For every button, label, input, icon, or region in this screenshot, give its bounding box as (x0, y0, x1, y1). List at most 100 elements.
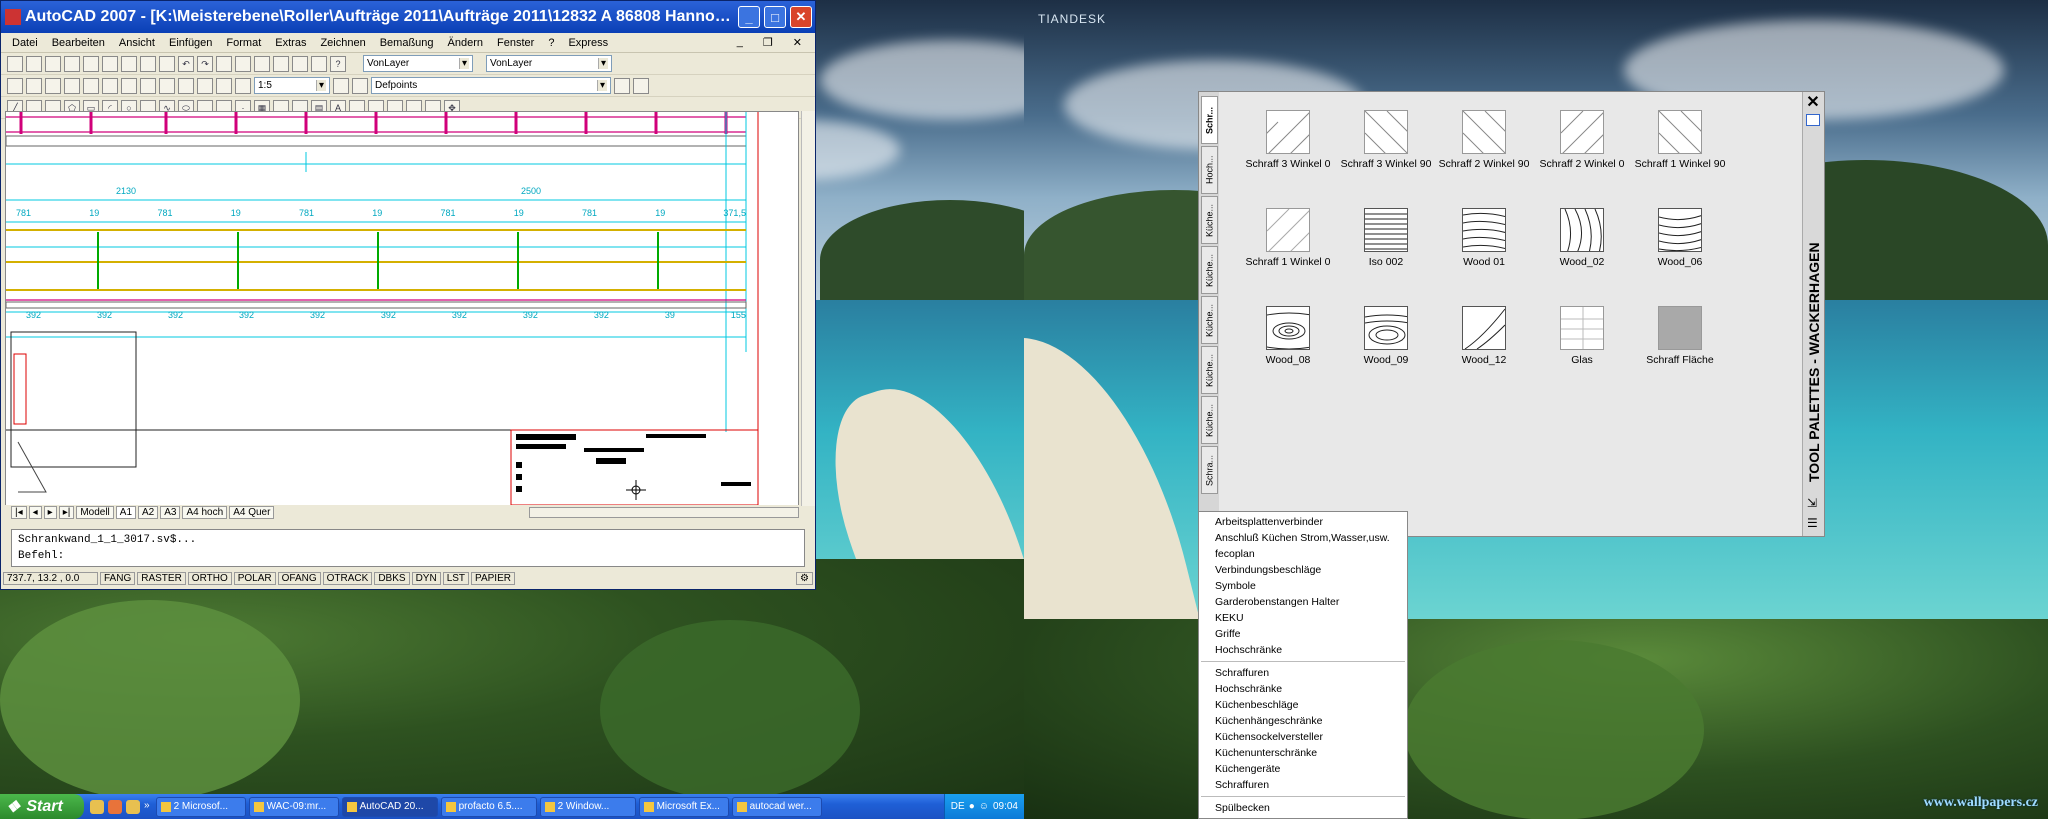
menu-fenster[interactable]: Fenster (490, 37, 541, 49)
dim-edit-icon[interactable] (235, 77, 251, 94)
menu-bearbeiten[interactable]: Bearbeiten (45, 37, 112, 49)
aligned-dim-icon[interactable] (26, 77, 42, 94)
tool-schraff-2-winkel-0[interactable]: Schraff 2 Winkel 0 (1533, 110, 1631, 170)
tray-icon[interactable]: ☺ (979, 801, 989, 812)
palette-tab-kueche-2[interactable]: Küche... (1201, 246, 1218, 294)
quicklaunch-firefox-icon[interactable] (108, 799, 122, 814)
new-file-icon[interactable] (7, 55, 23, 72)
copy-icon[interactable] (121, 55, 137, 72)
menu-item[interactable]: fecoplan (1199, 546, 1407, 562)
palette-tab-kueche-3[interactable]: Küche... (1201, 296, 1218, 344)
doc-minimize-icon[interactable]: _ (730, 36, 750, 49)
menu-item[interactable]: Küchenhängeschränke (1199, 713, 1407, 729)
menu-ansicht[interactable]: Ansicht (112, 37, 162, 49)
angular-icon[interactable] (121, 77, 137, 94)
tab-a1[interactable]: A1 (115, 506, 137, 519)
palette-menu-icon[interactable]: ☰ (1807, 516, 1818, 530)
layer-combo[interactable]: Defpoints ▾ (371, 77, 611, 94)
menu-item[interactable]: Hochschränke (1199, 681, 1407, 697)
palette-autohide-icon[interactable]: ⇲ (1807, 496, 1817, 510)
clock[interactable]: 09:04 (993, 801, 1018, 812)
autocad-title-bar[interactable]: AutoCAD 2007 - [K:\Meisterebene\Roller\A… (1, 1, 815, 33)
menu-item[interactable]: Spülbecken (1199, 800, 1407, 816)
quicklaunch-desktop-icon[interactable] (90, 799, 104, 814)
tool-schraff-2-winkel-90[interactable]: Schraff 2 Winkel 90 (1435, 110, 1533, 170)
task-autocad[interactable]: AutoCAD 20... (341, 796, 438, 817)
tab-a2[interactable]: A2 (138, 506, 159, 519)
palette-properties-icon[interactable] (1806, 114, 1820, 126)
make-current-icon[interactable] (614, 77, 630, 94)
zoom-window-icon[interactable] (254, 55, 270, 72)
menu-express[interactable]: Express (561, 37, 615, 49)
task-browser[interactable]: autocad wer... (731, 796, 822, 817)
tool-wood-02[interactable]: Wood_02 (1533, 208, 1631, 268)
center-mark-icon[interactable] (216, 77, 232, 94)
menu-item[interactable]: Küchengeräte (1199, 761, 1407, 777)
tray-icon[interactable]: ● (969, 801, 975, 812)
menu-item[interactable]: Symbole (1199, 578, 1407, 594)
tool-schraff-1-winkel-90[interactable]: Schraff 1 Winkel 90 (1631, 110, 1729, 170)
menu-item[interactable]: Garderobenstangen Halter (1199, 594, 1407, 610)
tool-wood-06[interactable]: Wood_06 (1631, 208, 1729, 268)
minimize-button[interactable]: _ (738, 6, 760, 28)
layer-manager-icon[interactable] (333, 77, 349, 94)
radius-icon[interactable] (83, 77, 99, 94)
paste-icon[interactable] (140, 55, 156, 72)
redo-icon[interactable]: ↷ (197, 55, 213, 72)
menu-item[interactable]: Arbeitsplattenverbinder (1199, 514, 1407, 530)
tool-schraff-3-winkel-90[interactable]: Schraff 3 Winkel 90 (1337, 110, 1435, 170)
palette-tab-schra[interactable]: Schra... (1201, 446, 1218, 494)
layer-previous-icon[interactable] (633, 77, 649, 94)
tool-palettes-icon[interactable] (311, 55, 327, 72)
tool-wood-01[interactable]: Wood 01 (1435, 208, 1533, 268)
menu-item[interactable]: Hochschränke (1199, 642, 1407, 658)
tab-a4-hoch[interactable]: A4 hoch (182, 506, 228, 519)
palette-title-strip[interactable]: ✕ TOOL PALETTES - WACKERHAGEN ⇲ ☰ (1802, 92, 1824, 536)
linear-dim-icon[interactable] (7, 77, 23, 94)
task-microsoft[interactable]: 2 Microsof... (155, 796, 246, 817)
menu-item[interactable]: Griffe (1199, 626, 1407, 642)
quicklaunch-more-icon[interactable]: » (144, 800, 150, 814)
preview-icon[interactable] (83, 55, 99, 72)
menu-item[interactable]: Verbindungsbeschläge (1199, 562, 1407, 578)
open-file-icon[interactable] (26, 55, 42, 72)
tool-wood-12[interactable]: Wood_12 (1435, 306, 1533, 366)
undo-icon[interactable]: ↶ (178, 55, 194, 72)
close-button[interactable]: ✕ (790, 6, 812, 28)
task-excel[interactable]: Microsoft Ex... (638, 796, 729, 817)
language-indicator[interactable]: DE (951, 801, 965, 812)
palette-close-icon[interactable]: ✕ (1804, 94, 1822, 112)
tab-a3[interactable]: A3 (160, 506, 181, 519)
toggle-polar[interactable]: POLAR (233, 572, 276, 585)
menu-einfuegen[interactable]: Einfügen (162, 37, 219, 49)
properties-icon[interactable] (273, 55, 289, 72)
pan-icon[interactable] (216, 55, 232, 72)
design-center-icon[interactable] (292, 55, 308, 72)
tool-wood-09[interactable]: Wood_09 (1337, 306, 1435, 366)
tab-nav-last[interactable]: ▸| (58, 506, 75, 519)
save-icon[interactable] (45, 55, 61, 72)
tab-nav-next[interactable]: ▸ (43, 506, 57, 519)
tool-schraff-1-winkel-0[interactable]: Schraff 1 Winkel 0 (1239, 208, 1337, 268)
command-line[interactable]: Schrankwand_1_1_3017.sv$... Befehl: (11, 529, 805, 567)
menu-item[interactable]: Anschluß Küchen Strom,Wasser,usw. (1199, 530, 1407, 546)
tab-a4-quer[interactable]: A4 Quer (229, 506, 275, 519)
tool-palette-window[interactable]: Schr... Hoch... Küche... Küche... Küche.… (1198, 91, 1825, 537)
cut-icon[interactable] (102, 55, 118, 72)
menu-help[interactable]: ? (541, 37, 561, 49)
quick-dim-icon[interactable] (140, 77, 156, 94)
doc-close-icon[interactable]: ✕ (786, 36, 809, 49)
palette-tab-kueche-1[interactable]: Küche... (1201, 196, 1218, 244)
toggle-ortho[interactable]: ORTHO (187, 572, 232, 585)
palette-tab-kueche-5[interactable]: Küche... (1201, 396, 1218, 444)
help-icon[interactable]: ? (330, 55, 346, 72)
tool-glas[interactable]: Glas (1533, 306, 1631, 366)
palette-tab-hoch[interactable]: Hoch... (1201, 146, 1218, 194)
tool-schraff-3-winkel-0[interactable]: Schraff 3 Winkel 0 (1239, 110, 1337, 170)
layer-state-icon[interactable] (352, 77, 368, 94)
tab-modell[interactable]: Modell (76, 506, 114, 519)
tolerance-icon[interactable] (197, 77, 213, 94)
arc-length-icon[interactable] (45, 77, 61, 94)
palette-tab-kueche-4[interactable]: Küche... (1201, 346, 1218, 394)
start-button[interactable]: ❖ Start (0, 794, 84, 819)
